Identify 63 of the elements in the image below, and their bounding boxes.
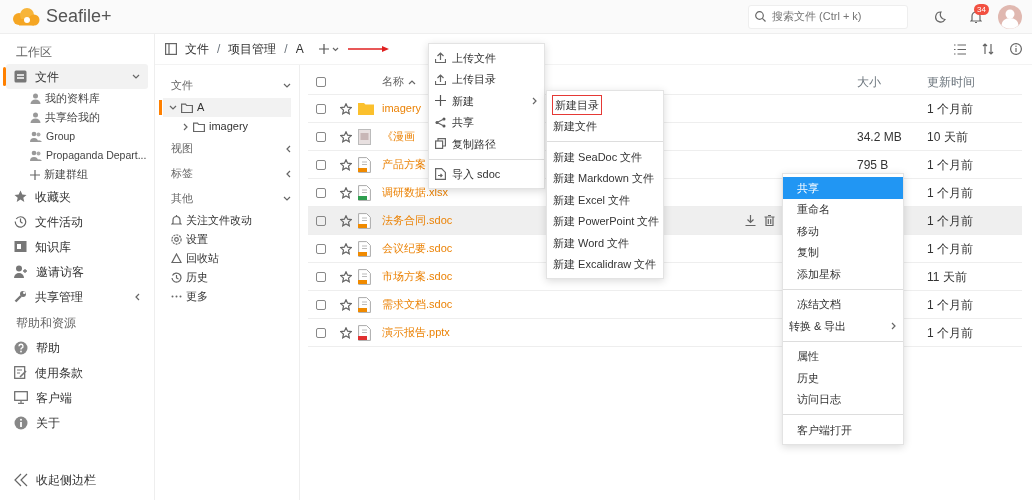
menu-item[interactable]: 冻结文档: [783, 293, 903, 315]
section-heading: 文件: [171, 78, 193, 94]
menu-item[interactable]: 新建 Word 文件: [547, 232, 663, 254]
modified-time: 1 个月前: [927, 185, 973, 200]
breadcrumb-separator: /: [217, 41, 221, 58]
sidebar-item[interactable]: 客户端: [6, 385, 148, 410]
sidebar-subitem[interactable]: 共享给我的: [6, 108, 148, 127]
sidebar-item[interactable]: 帮助: [6, 335, 148, 360]
sidebar-subitem[interactable]: 我的资料库: [6, 89, 148, 108]
sidebar-subitem[interactable]: 新建群组: [6, 165, 148, 184]
column-header[interactable]: 大小: [857, 74, 881, 89]
tree-item[interactable]: 回收站: [163, 249, 291, 268]
file-size: 795 B: [857, 157, 889, 172]
tree-node[interactable]: imagery: [163, 117, 291, 136]
column-header[interactable]: 名称: [382, 73, 416, 90]
section-heading: 视图: [171, 141, 193, 157]
menu-item[interactable]: 上传目录: [429, 68, 544, 90]
search-box[interactable]: 搜索文件 (Ctrl + k): [748, 4, 908, 29]
menu-item[interactable]: 新建目录: [547, 94, 663, 116]
section-heading: 其他: [171, 191, 193, 207]
sidebar-item[interactable]: 文件: [6, 64, 148, 89]
breadcrumb-link[interactable]: A: [295, 40, 304, 58]
tree-item[interactable]: 历史: [163, 268, 291, 287]
section-heading: 标签: [171, 166, 193, 182]
section-heading: 帮助和资源: [15, 315, 77, 332]
modified-time: 1 个月前: [927, 325, 973, 340]
menu-item[interactable]: 添加星标: [783, 263, 903, 285]
modified-time: 1 个月前: [927, 157, 973, 172]
modified-time: 10 天前: [927, 129, 968, 144]
modified-time: 1 个月前: [927, 241, 973, 256]
collapse-sidebar-button[interactable]: 收起侧边栏: [6, 467, 148, 492]
notification-badge: 34: [974, 4, 989, 15]
menu-item[interactable]: 新建 PowerPoint 文件: [547, 210, 663, 232]
breadcrumb-link[interactable]: 项目管理: [228, 40, 277, 58]
modified-time: 1 个月前: [927, 213, 973, 228]
sidebar-item[interactable]: 知识库: [6, 234, 148, 259]
sidebar-item[interactable]: 文件活动: [6, 209, 148, 234]
tree-item[interactable]: 设置: [163, 230, 291, 249]
menu-item[interactable]: 上传文件: [429, 47, 544, 69]
file-size: 34.2 MB: [857, 129, 902, 144]
column-header[interactable]: 更新时间: [927, 74, 975, 89]
sidebar-item[interactable]: 使用条款: [6, 360, 148, 385]
sidebar-subitem[interactable]: Group: [6, 127, 148, 146]
modified-time: 1 个月前: [927, 297, 973, 312]
search-field[interactable]: 搜索文件 (Ctrl + k): [772, 8, 902, 25]
modified-time: 1 个月前: [927, 101, 973, 116]
menu-item[interactable]: 客户端打开: [783, 419, 903, 441]
menu-item[interactable]: 访问日志: [783, 388, 903, 410]
modified-time: 11 天前: [927, 269, 967, 284]
logo-text: Seafile+: [46, 5, 112, 28]
sidebar-item[interactable]: 共享管理: [6, 284, 148, 309]
sidebar-item[interactable]: 邀请访客: [6, 259, 148, 284]
tree-item[interactable]: 关注文件改动: [163, 211, 291, 230]
sidebar-subitem[interactable]: Propaganda Depart...: [6, 146, 148, 165]
breadcrumb-link[interactable]: 文件: [185, 40, 209, 58]
menu-item[interactable]: 复制: [783, 241, 903, 263]
sidebar-item[interactable]: 关于: [6, 410, 148, 435]
sidebar-item[interactable]: 收藏夹: [6, 184, 148, 209]
section-heading: 工作区: [15, 44, 53, 61]
menu-item[interactable]: 属性: [783, 345, 903, 367]
menu-item[interactable]: 历史: [783, 367, 903, 389]
breadcrumb-separator: /: [284, 41, 288, 58]
tree-item[interactable]: 更多: [163, 287, 291, 306]
